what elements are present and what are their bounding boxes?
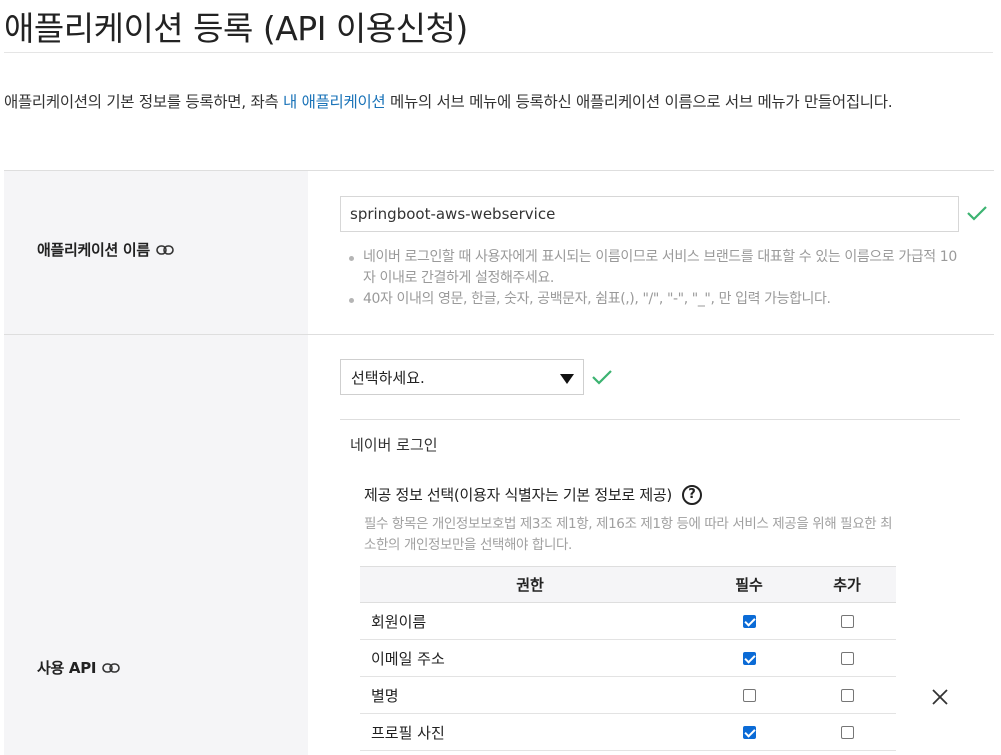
table-row: 이메일 주소	[360, 639, 896, 677]
link-icon[interactable]	[102, 662, 121, 674]
header-additional: 추가	[798, 566, 896, 603]
api-label-text: 사용 API	[37, 659, 97, 677]
required-checkbox[interactable]	[742, 726, 756, 739]
intro-text-after: 메뉴의 서브 메뉴에 등록하신 애플리케이션 이름으로 서브 메뉴가 만들어집니…	[385, 93, 893, 111]
permission-table: 권한 필수 추가 회원이름 이메일 주소 별명 프로필 사진	[360, 566, 896, 751]
additional-checkbox[interactable]	[840, 689, 854, 702]
permission-name: 이메일 주소	[360, 639, 700, 677]
api-select-dropdown[interactable]: 선택하세요.	[340, 359, 584, 395]
required-checkbox[interactable]	[742, 689, 756, 702]
hint-item: 네이버 로그인할 때 사용자에게 표시되는 이름이므로 서비스 브랜드를 대표할…	[346, 247, 958, 289]
app-name-row: 애플리케이션 이름 네이버 로그인할 때 사용자에게 표시되는 이름이므로 서비…	[4, 171, 994, 335]
close-icon[interactable]	[930, 687, 950, 707]
additional-checkbox[interactable]	[840, 615, 854, 628]
table-row: 회원이름	[360, 602, 896, 640]
caret-down-icon	[560, 374, 574, 384]
link-icon[interactable]	[156, 244, 174, 256]
header-permission: 권한	[360, 566, 700, 603]
app-name-input[interactable]	[340, 196, 959, 232]
table-row: 별명	[360, 676, 896, 714]
check-icon	[592, 370, 612, 385]
table-row: 프로필 사진	[360, 713, 896, 751]
permission-name: 프로필 사진	[360, 713, 700, 751]
header-required: 필수	[700, 566, 798, 603]
permission-name: 회원이름	[360, 602, 700, 640]
intro-text-before: 애플리케이션의 기본 정보를 등록하면, 좌측	[4, 93, 284, 111]
additional-checkbox[interactable]	[840, 726, 854, 739]
permission-name: 별명	[360, 676, 700, 714]
required-checkbox[interactable]	[742, 615, 756, 628]
api-label-cell: 사용 API	[4, 335, 308, 755]
my-applications-link[interactable]: 내 애플리케이션	[283, 93, 386, 111]
required-checkbox[interactable]	[742, 652, 756, 665]
help-circle-icon[interactable]: ?	[681, 484, 702, 505]
additional-checkbox[interactable]	[840, 652, 854, 665]
info-selection-title-text: 제공 정보 선택(이용자 식별자는 기본 정보로 제공)	[364, 486, 672, 504]
selected-api-name: 네이버 로그인	[350, 436, 438, 454]
app-name-hints: 네이버 로그인할 때 사용자에게 표시되는 이름이므로 서비스 브랜드를 대표할…	[346, 247, 958, 310]
app-name-label-text: 애플리케이션 이름	[37, 241, 150, 259]
check-icon	[967, 206, 987, 221]
page-title: 애플리케이션 등록 (API 이용신청)	[4, 9, 468, 48]
intro-text: 애플리케이션의 기본 정보를 등록하면, 좌측 내 애플리케이션 메뉴의 서브 …	[4, 88, 994, 117]
info-selection-title: 제공 정보 선택(이용자 식별자는 기본 정보로 제공) ?	[364, 484, 702, 505]
title-divider	[4, 52, 993, 53]
app-name-label: 애플리케이션 이름	[37, 239, 174, 260]
table-header-row: 권한 필수 추가	[360, 566, 896, 603]
api-label: 사용 API	[37, 657, 121, 678]
hint-item: 40자 이내의 영문, 한글, 숫자, 공백문자, 쉼표(,), "/", "-…	[346, 289, 958, 310]
api-select-value: 선택하세요.	[351, 368, 425, 387]
info-selection-desc: 필수 항목은 개인정보보호법 제3조 제1항, 제16조 제1항 등에 따라 서…	[364, 516, 893, 553]
app-name-label-cell: 애플리케이션 이름	[4, 171, 308, 334]
selected-api-panel: 네이버 로그인 제공 정보 선택(이용자 식별자는 기본 정보로 제공) ? 필…	[340, 419, 960, 553]
